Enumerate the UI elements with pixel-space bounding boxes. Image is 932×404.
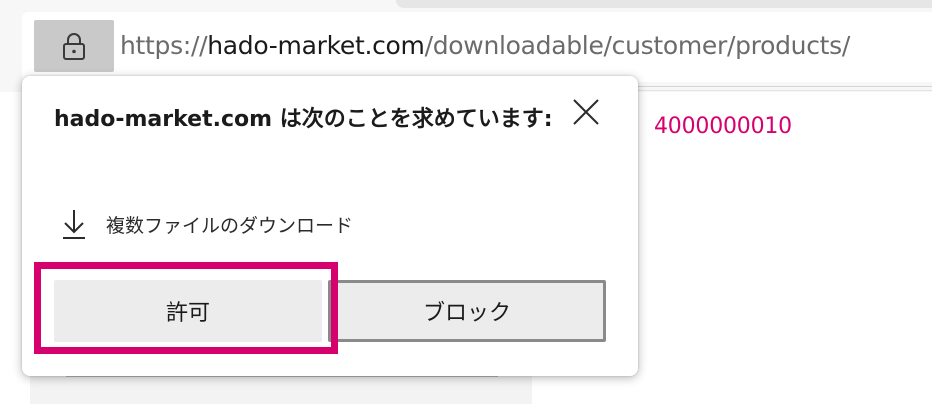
lock-icon [63,33,85,60]
order-number-link[interactable]: 4000000010 [654,114,792,139]
block-button[interactable]: ブロック [328,280,606,342]
site-info-button[interactable] [34,20,114,72]
toolbar-divider [630,86,932,87]
toolbar-divider-secondary [630,90,932,91]
close-button[interactable] [566,92,606,132]
allow-button[interactable]: 許可 [54,280,322,342]
permission-label: 複数ファイルのダウンロード [106,214,354,237]
url-scheme: https:// [120,31,208,60]
close-icon [573,99,599,125]
permission-popup: hado-market.com は次のことを求めています: 複数ファイルのダウン… [22,76,638,376]
url-domain: hado-market.com [207,31,425,60]
download-icon [60,207,88,241]
url-path: /downloadable/customer/products/ [424,31,851,60]
url-text[interactable]: https://hado-market.com/downloadable/cus… [120,26,850,66]
tab-strip [396,0,932,8]
permission-item: 複数ファイルのダウンロード [60,204,353,244]
popup-title: hado-market.com は次のことを求めています: [54,107,553,132]
